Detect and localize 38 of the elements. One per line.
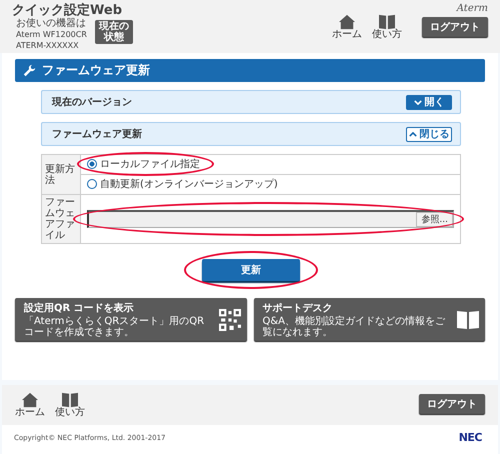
browse-button[interactable]: 参照... bbox=[416, 212, 453, 227]
card-description: Q&A、機能別設定ガイドなどの情報をご覧になれます。 bbox=[262, 316, 446, 338]
brand-logo: Aterm bbox=[456, 3, 488, 14]
radio-button[interactable] bbox=[87, 159, 97, 169]
home-icon bbox=[21, 392, 39, 408]
page-title-bar: ファームウェア更新 bbox=[15, 59, 485, 82]
book-icon bbox=[378, 14, 396, 30]
logout-button[interactable]: ログアウト bbox=[419, 394, 485, 414]
book-icon bbox=[61, 392, 79, 408]
section-title: 現在のバージョン bbox=[52, 96, 132, 109]
method-label: 更新方法 bbox=[42, 154, 80, 194]
logout-button[interactable]: ログアウト bbox=[422, 17, 488, 37]
company-logo: NEC bbox=[458, 431, 482, 444]
wrench-icon bbox=[23, 64, 36, 77]
chevron-icon bbox=[414, 100, 422, 104]
card-title: サポートデスク bbox=[262, 302, 334, 315]
card-description: 「AtermらくらくQRスタート」用のQRコードを作成できます。 bbox=[24, 316, 206, 338]
toggle-button[interactable]: 閉じる bbox=[406, 126, 452, 142]
update-button[interactable]: 更新 bbox=[202, 259, 300, 281]
card-title: 設定用QR コードを表示 bbox=[24, 301, 135, 315]
link-card[interactable]: サポートデスク Q&A、機能別設定ガイドなどの情報をご覧になれます。 bbox=[254, 298, 485, 341]
chevron-icon bbox=[408, 132, 416, 136]
device-info: お使いの機器は Aterm WF1200CR ATERM-XXXXXX bbox=[16, 18, 87, 51]
file-label: ファームウェアファイル bbox=[42, 194, 80, 244]
file-input[interactable]: 参照... bbox=[87, 210, 454, 228]
home-link[interactable]: ホーム bbox=[332, 14, 362, 40]
book-icon bbox=[456, 308, 480, 330]
home-link[interactable]: ホーム bbox=[15, 392, 45, 418]
guide-link[interactable]: 使い方 bbox=[372, 14, 402, 40]
link-card[interactable]: 設定用QR コードを表示 「AtermらくらくQRスタート」用のQRコードを作成できます。 bbox=[15, 298, 246, 341]
radio-button[interactable] bbox=[87, 179, 97, 189]
guide-link[interactable]: 使い方 bbox=[55, 392, 85, 418]
status-button[interactable]: 現在の状態 bbox=[94, 20, 133, 44]
qr-code-icon bbox=[218, 308, 242, 330]
app-title: クイック設定Web bbox=[12, 3, 123, 18]
section-title: ファームウェア更新 bbox=[52, 127, 142, 141]
home-icon bbox=[338, 14, 356, 30]
toggle-button[interactable]: 開く bbox=[406, 94, 452, 110]
